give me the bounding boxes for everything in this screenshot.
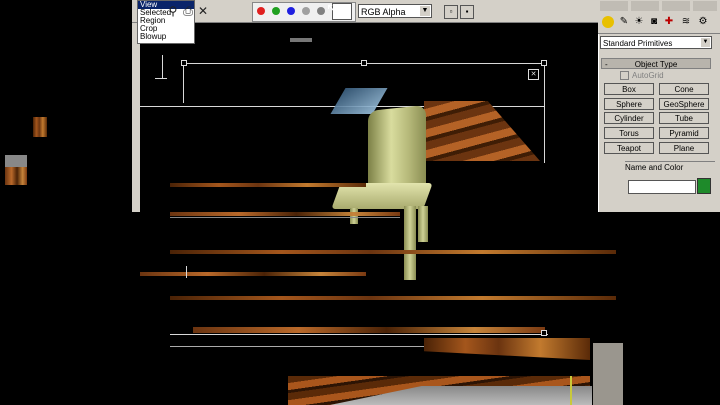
name-and-color-rollout-header[interactable]: Name and Color <box>625 161 715 173</box>
lights-icon[interactable]: ☀ <box>633 16 645 28</box>
region-handle[interactable] <box>541 60 547 66</box>
collapse-icon: - <box>605 60 608 69</box>
floor-strip <box>170 296 616 300</box>
object-category-select[interactable]: Standard Primitives ▼ <box>600 36 712 49</box>
floor-strip <box>170 183 366 187</box>
object-name-field[interactable] <box>628 180 696 194</box>
region-handle[interactable] <box>181 60 187 66</box>
floor-strip <box>170 250 616 254</box>
print-icon[interactable]: ⎙ <box>181 4 195 18</box>
scene-fragment <box>33 117 47 137</box>
floor-strip <box>170 212 400 216</box>
close-icon[interactable]: ✕ <box>196 4 210 18</box>
sphere-button[interactable]: Sphere <box>604 98 654 110</box>
object-color-swatch[interactable] <box>697 178 711 194</box>
floor-strip <box>424 338 590 360</box>
chevron-down-icon: ▼ <box>701 38 710 47</box>
helpers-icon[interactable]: ✚ <box>663 16 675 28</box>
object-type-rollout-header[interactable]: - Object Type <box>601 58 711 69</box>
autogrid-checkbox[interactable]: AutoGrid <box>620 71 680 81</box>
object-type-title: Object Type <box>634 60 678 69</box>
tab-hierarchy[interactable] <box>662 1 690 11</box>
tab-create[interactable] <box>600 1 628 11</box>
pyramid-button[interactable]: Pyramid <box>659 127 709 139</box>
floor-strip <box>170 346 424 347</box>
autogrid-label: AutoGrid <box>632 71 664 80</box>
torus-button[interactable]: Torus <box>604 127 654 139</box>
blue-channel-button[interactable] <box>287 7 295 15</box>
mouse-cursor-icon: ↖ <box>326 0 338 16</box>
region-frame-line <box>155 78 167 79</box>
mono-channel-button[interactable] <box>302 7 310 15</box>
red-channel-button[interactable] <box>257 7 265 15</box>
command-panel-tabs <box>598 0 720 13</box>
display-channel-select[interactable]: RGB Alpha ▼ <box>358 4 432 18</box>
menu-item-blowup[interactable]: Blowup <box>138 33 194 41</box>
floor-strip <box>140 272 366 276</box>
close-region-icon[interactable]: ✕ <box>528 69 539 80</box>
checkbox-icon <box>620 71 629 81</box>
green-channel-button[interactable] <box>272 7 280 15</box>
tab-utilities[interactable] <box>693 1 717 11</box>
geometry-icon[interactable] <box>602 16 614 28</box>
display-channel-value: RGB Alpha <box>361 7 406 17</box>
teapot-button[interactable]: Teapot <box>604 142 654 154</box>
region-frame-line <box>162 55 163 79</box>
panel-fragment <box>593 343 623 405</box>
tube-button[interactable]: Tube <box>659 112 709 124</box>
chevron-down-icon: ▼ <box>420 6 430 16</box>
cameras-icon[interactable]: ◙ <box>648 16 660 28</box>
viewport-border <box>570 376 572 405</box>
region-frame-line <box>183 63 184 103</box>
plane-button[interactable]: Plane <box>659 142 709 154</box>
spacewarps-icon[interactable]: ≋ <box>680 16 692 28</box>
region-frame-line <box>186 266 187 278</box>
chair-leg <box>350 208 358 224</box>
region-handle[interactable] <box>361 60 367 66</box>
clone-frame-button[interactable]: ▫ <box>444 5 458 19</box>
box-button[interactable]: Box <box>604 83 654 95</box>
systems-icon[interactable]: ⚙ <box>697 16 709 28</box>
tab-modify[interactable] <box>631 1 659 11</box>
floor-strip <box>170 217 400 218</box>
lock-icon[interactable]: ⚲ <box>166 4 180 18</box>
chair-leg <box>418 206 428 242</box>
region-frame-line <box>544 63 545 163</box>
clear-frame-button[interactable]: ▪ <box>460 5 474 19</box>
region-frame-line <box>170 334 548 335</box>
scene-fragment <box>5 155 27 167</box>
cone-button[interactable]: Cone <box>659 83 709 95</box>
geosphere-button[interactable]: GeoSphere <box>659 98 709 110</box>
region-handle[interactable] <box>541 330 547 336</box>
cylinder-button[interactable]: Cylinder <box>604 112 654 124</box>
alpha-channel-button[interactable] <box>317 7 325 15</box>
scene-fragment <box>290 38 312 42</box>
chair-leg <box>404 206 416 280</box>
floor-strip <box>193 327 545 333</box>
shapes-icon[interactable]: ✎ <box>618 16 630 28</box>
object-category-value: Standard Primitives <box>603 39 673 48</box>
